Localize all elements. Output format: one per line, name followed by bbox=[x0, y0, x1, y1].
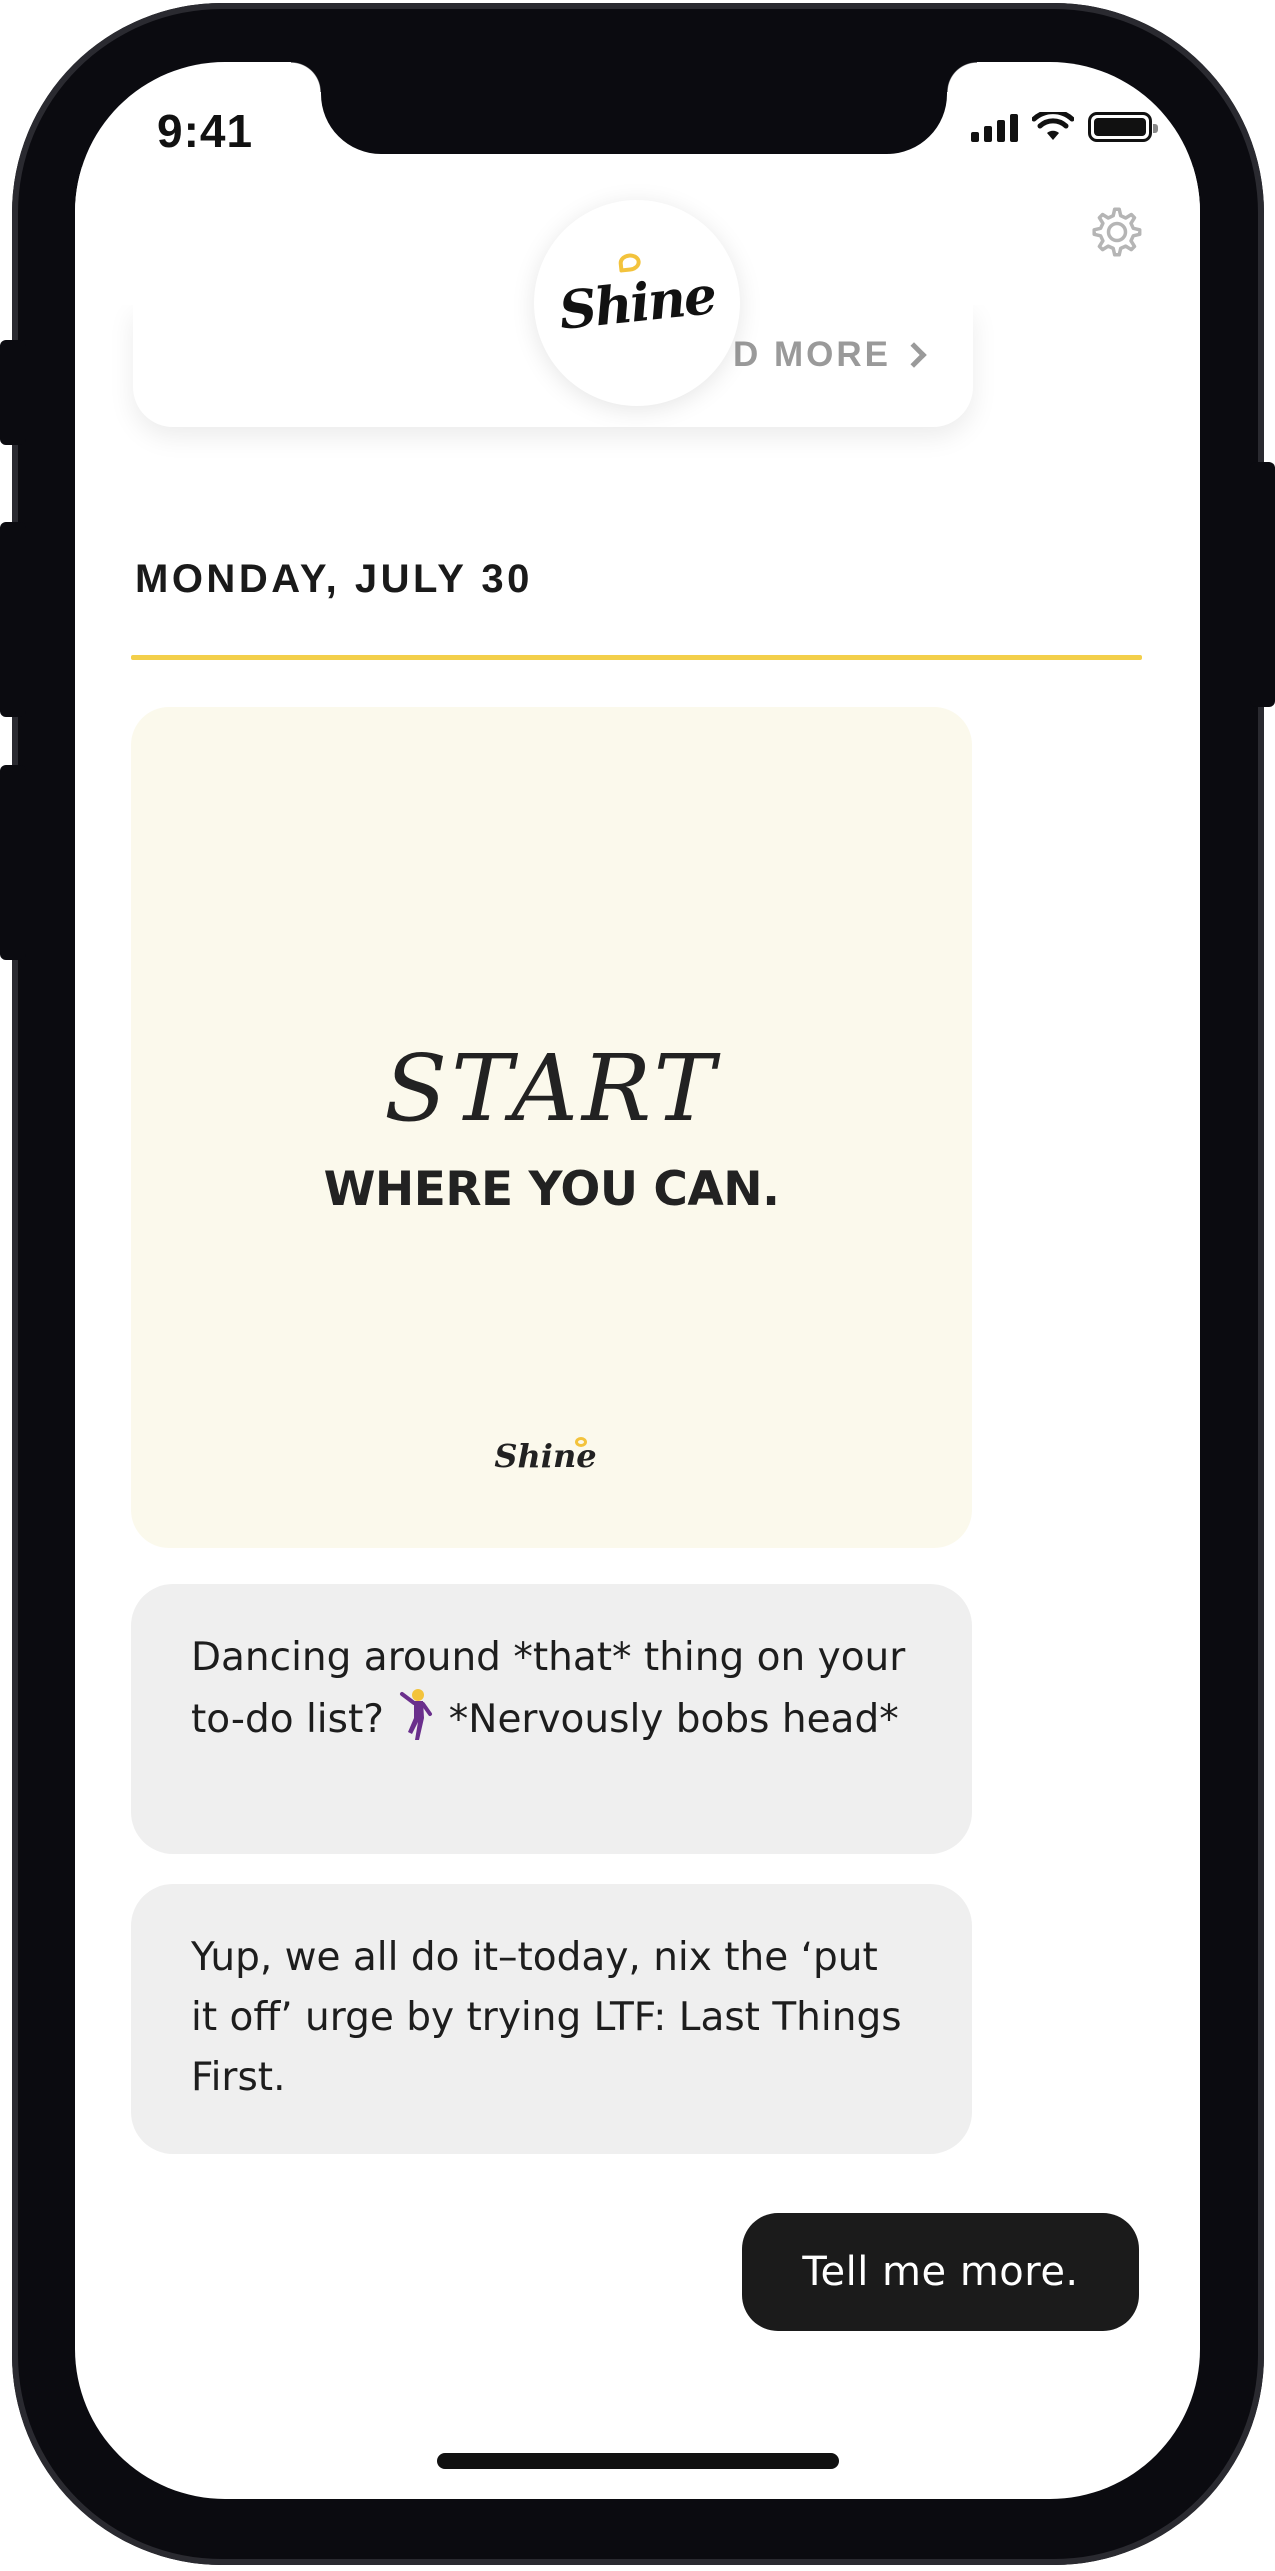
wifi-icon bbox=[1032, 112, 1074, 140]
status-icons bbox=[971, 112, 1158, 142]
mute-switch bbox=[0, 340, 26, 445]
volume-up-button bbox=[0, 522, 26, 717]
home-indicator[interactable] bbox=[437, 2453, 839, 2469]
volume-down-button bbox=[0, 765, 26, 960]
quote-brand-logo: Shine bbox=[494, 1437, 597, 1475]
chat-message-bubble: Yup, we all do it–today, nix the ‘put it… bbox=[131, 1884, 972, 2154]
speech-bubble-icon bbox=[617, 251, 642, 273]
gear-icon[interactable] bbox=[1087, 202, 1147, 262]
speech-bubble-icon bbox=[574, 1437, 587, 1447]
date-divider bbox=[131, 655, 1142, 660]
chat-message-bubble: Dancing around *that* thing on your to-d… bbox=[131, 1584, 972, 1854]
power-button bbox=[1250, 462, 1275, 707]
shine-logo-badge[interactable]: Shine bbox=[534, 200, 740, 406]
read-more-link[interactable]: D MORE bbox=[733, 335, 927, 375]
read-more-label: D MORE bbox=[733, 335, 891, 374]
status-time: 9:41 bbox=[157, 105, 254, 157]
chevron-right-icon bbox=[901, 342, 927, 368]
quote-card[interactable]: START WHERE YOU CAN. Shine bbox=[131, 707, 972, 1548]
device-notch bbox=[291, 62, 977, 154]
quote-line-2: WHERE YOU CAN. bbox=[323, 1162, 780, 1217]
quote-line-1: START bbox=[384, 1035, 719, 1142]
app-screen: 9:41 D MORE Shine MONDAY, JULY 30 START … bbox=[75, 62, 1200, 2499]
message-text: Yup, we all do it–today, nix the ‘put it… bbox=[191, 1935, 902, 2100]
shine-logo: Shine bbox=[556, 251, 718, 341]
message-text: *Nervously bobs head* bbox=[448, 1697, 899, 1742]
person-dancing-emoji-icon bbox=[400, 1689, 433, 1740]
battery-icon bbox=[1088, 112, 1158, 142]
date-heading: MONDAY, JULY 30 bbox=[135, 557, 533, 601]
cellular-signal-icon bbox=[971, 112, 1018, 142]
tell-me-more-button[interactable]: Tell me more. bbox=[742, 2213, 1139, 2331]
